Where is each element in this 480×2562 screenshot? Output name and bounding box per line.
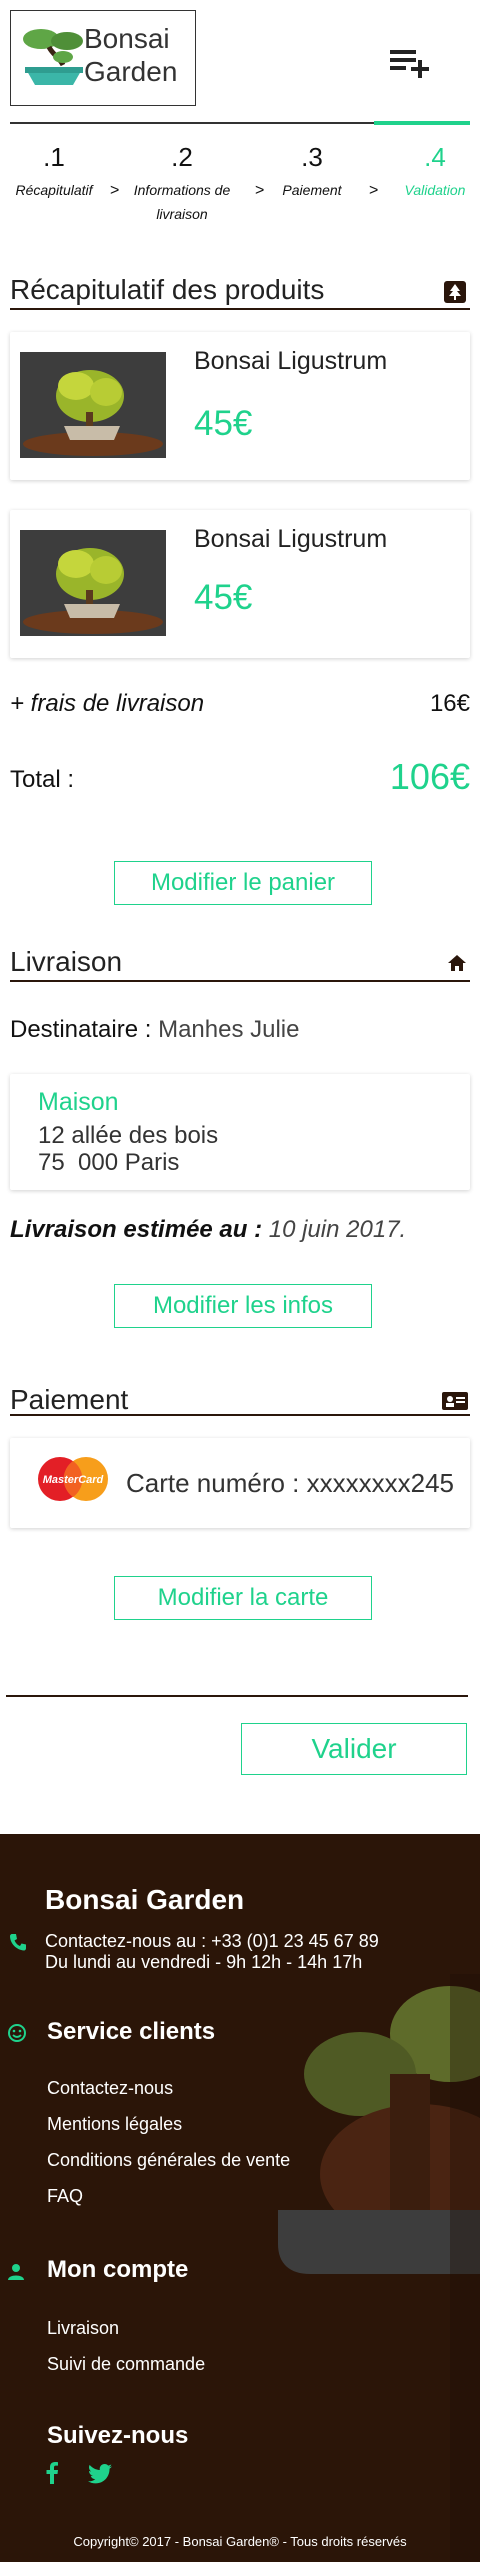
product-name: Bonsai Ligustrum bbox=[194, 525, 388, 553]
delivery-title: Livraison bbox=[10, 946, 123, 977]
phone-icon bbox=[10, 1934, 26, 1951]
menu-button[interactable] bbox=[384, 42, 434, 82]
add-to-list-icon bbox=[390, 50, 429, 78]
brand-line-1: Bonsai bbox=[84, 23, 170, 54]
step-4-label: Validation bbox=[404, 182, 466, 198]
step-separator: > bbox=[255, 182, 265, 199]
divider bbox=[6, 1695, 468, 1697]
step-1-label: Récapitulatif bbox=[15, 182, 93, 198]
id-card-icon bbox=[442, 1392, 468, 1410]
footer-link-delivery[interactable]: Livraison bbox=[47, 2318, 119, 2339]
product-name: Bonsai Ligustrum bbox=[194, 347, 388, 375]
step-2-label-line-2: livraison bbox=[156, 206, 208, 222]
footer-brand: Bonsai Garden bbox=[45, 1884, 245, 1915]
smiley-icon bbox=[8, 2024, 26, 2042]
recipient-name: Manhes Julie bbox=[158, 1016, 300, 1043]
estimate-date: 10 juin 2017. bbox=[268, 1216, 407, 1243]
product-image bbox=[20, 530, 166, 636]
facebook-icon[interactable] bbox=[45, 2462, 59, 2484]
address-line-1: 12 allée des bois bbox=[38, 1122, 219, 1149]
footer-contact-line-2: Du lundi au vendredi - 9h 12h - 14h 17h bbox=[45, 1952, 363, 1972]
progress-indicator bbox=[374, 121, 470, 125]
twitter-icon[interactable] bbox=[88, 2464, 112, 2484]
shipping-value: 16€ bbox=[429, 690, 470, 717]
edit-cart-button[interactable]: Modifier le panier bbox=[114, 861, 372, 905]
total-value: 106€ bbox=[389, 756, 470, 797]
follow-title: Suivez-nous bbox=[47, 2422, 189, 2449]
shipping-label: + frais de livraison bbox=[10, 690, 205, 717]
section-divider bbox=[10, 1414, 470, 1416]
product-image bbox=[20, 352, 166, 458]
mastercard-icon: MasterCard bbox=[38, 1457, 108, 1501]
step-1[interactable]: .1 bbox=[14, 142, 94, 173]
estimate-label: Livraison estimée au : bbox=[10, 1216, 263, 1243]
address-lines: 12 allée des bois 75 000 Paris bbox=[38, 1122, 218, 1176]
payment-title: Paiement bbox=[10, 1384, 129, 1415]
service-title: Service clients bbox=[47, 2018, 216, 2045]
footer-link-legal[interactable]: Mentions légales bbox=[47, 2114, 182, 2135]
card-number: Carte numéro : xxxxxxxx245 bbox=[126, 1468, 455, 1498]
recipient-label: Destinataire : bbox=[10, 1016, 152, 1043]
edit-card-button[interactable]: Modifier la carte bbox=[114, 1576, 372, 1620]
recap-title: Récapitulatif des produits bbox=[10, 274, 325, 305]
step-separator: > bbox=[110, 182, 120, 199]
footer-link-terms[interactable]: Conditions générales de vente bbox=[47, 2150, 290, 2171]
product-price: 45€ bbox=[194, 404, 253, 443]
validate-button[interactable]: Valider bbox=[241, 1723, 467, 1775]
step-2[interactable]: .2 bbox=[142, 142, 222, 173]
step-3-label: Paiement bbox=[282, 182, 342, 198]
card-brand-label: MasterCard bbox=[43, 1474, 104, 1486]
section-divider bbox=[10, 308, 470, 310]
edit-info-button[interactable]: Modifier les infos bbox=[114, 1284, 372, 1328]
product-price: 45€ bbox=[194, 578, 253, 617]
footer-link-faq[interactable]: FAQ bbox=[47, 2186, 83, 2207]
delivery-estimate: Livraison estimée au : 10 juin 2017. bbox=[10, 1216, 406, 1244]
address-line-2: 75 000 Paris bbox=[38, 1149, 180, 1176]
account-title: Mon compte bbox=[47, 2256, 189, 2283]
step-number: .2 bbox=[171, 142, 193, 172]
footer-contact-line-1: Contactez-nous au : +33 (0)1 23 45 67 89 bbox=[45, 1931, 379, 1951]
brand-name: Bonsai Garden bbox=[84, 22, 177, 88]
step-2-label: Informations de livraison bbox=[122, 178, 242, 226]
footer-contact: Contactez-nous au : +33 (0)1 23 45 67 89… bbox=[45, 1931, 379, 1973]
copyright: Copyright© 2017 - Bonsai Garden® - Tous … bbox=[73, 2534, 407, 2549]
step-2-label-line-1: Informations de bbox=[133, 182, 231, 198]
step-3[interactable]: .3 bbox=[272, 142, 352, 173]
home-icon bbox=[448, 955, 466, 971]
footer-link-contact[interactable]: Contactez-nous bbox=[47, 2078, 173, 2099]
address-name: Maison bbox=[38, 1088, 119, 1116]
tree-icon bbox=[444, 281, 466, 303]
step-4[interactable]: .4 bbox=[395, 142, 475, 173]
footer: Bonsai Garden Contactez-nous au : +33 (0… bbox=[0, 1834, 480, 2562]
bonsai-logo-icon bbox=[23, 29, 83, 85]
total-label: Total : bbox=[10, 766, 75, 793]
step-number: .4 bbox=[424, 142, 446, 172]
recipient: Destinataire : Manhes Julie bbox=[10, 1016, 300, 1044]
user-icon bbox=[8, 2264, 24, 2280]
step-number: .1 bbox=[43, 142, 65, 172]
brand-line-2: Garden bbox=[84, 56, 178, 87]
step-separator: > bbox=[369, 182, 379, 199]
step-number: .3 bbox=[301, 142, 323, 172]
footer-link-tracking[interactable]: Suivi de commande bbox=[47, 2354, 205, 2375]
bonsai-decoration bbox=[278, 1974, 480, 2562]
section-divider bbox=[10, 980, 470, 982]
